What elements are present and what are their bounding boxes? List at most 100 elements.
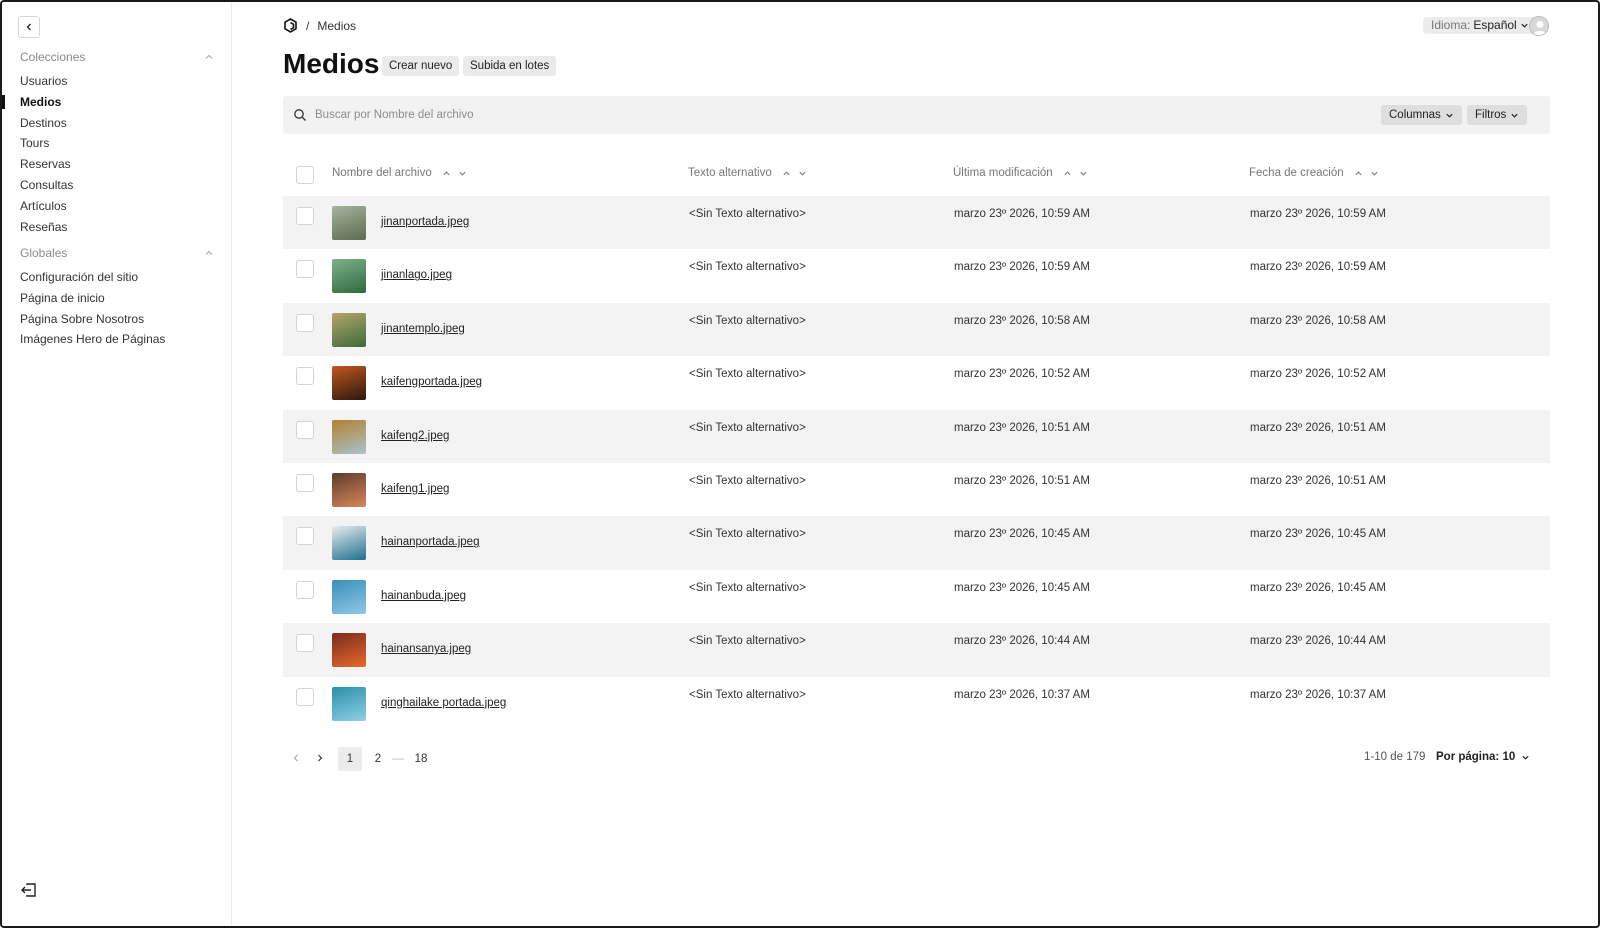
alt-text-cell: <Sin Texto alternativo> bbox=[689, 635, 806, 648]
page-button[interactable]: 2 bbox=[371, 747, 385, 771]
row-checkbox[interactable] bbox=[296, 260, 314, 279]
created-cell: marzo 23º 2026, 10:59 AM bbox=[1250, 261, 1386, 274]
sidebar-item-resenas[interactable]: Reseñas bbox=[20, 217, 73, 238]
sort-desc-icon[interactable] bbox=[1079, 169, 1088, 178]
thumbnail-image bbox=[332, 579, 366, 614]
next-page-icon[interactable] bbox=[315, 753, 325, 763]
globals-list: Configuración del sitio Página de inicio… bbox=[20, 267, 165, 350]
sort-asc-icon[interactable] bbox=[782, 169, 791, 178]
search-input[interactable] bbox=[315, 96, 1365, 134]
column-header-alt: Texto alternativo bbox=[688, 167, 807, 179]
create-new-button[interactable]: Crear nuevo bbox=[382, 56, 460, 76]
page-button[interactable]: 18 bbox=[413, 747, 429, 771]
per-page-selector[interactable]: Por página: 10 bbox=[1436, 751, 1530, 763]
app-logo-icon[interactable] bbox=[283, 18, 298, 33]
sidebar-item-pagina-inicio[interactable]: Página de inicio bbox=[20, 288, 165, 309]
prev-page-icon[interactable] bbox=[291, 753, 301, 763]
filename-link[interactable]: hainanbuda.jpeg bbox=[381, 590, 466, 602]
nav-group-collections[interactable]: Colecciones bbox=[20, 50, 214, 64]
nav-group-title: Colecciones bbox=[20, 50, 86, 64]
sort-desc-icon[interactable] bbox=[1370, 169, 1379, 178]
chevron-left-icon bbox=[26, 23, 31, 31]
filename-link[interactable]: jinantemplo.jpeg bbox=[381, 323, 465, 335]
sort-asc-icon[interactable] bbox=[1354, 169, 1363, 178]
columns-button[interactable]: Columnas bbox=[1381, 105, 1462, 125]
sort-asc-icon[interactable] bbox=[442, 169, 451, 178]
nav-group-globals[interactable]: Globales bbox=[20, 246, 214, 260]
chevron-down-icon bbox=[1521, 23, 1528, 28]
sort-desc-icon[interactable] bbox=[798, 169, 807, 178]
page-title: Medios bbox=[283, 48, 380, 79]
table-row[interactable]: jinanportada.jpeg <Sin Texto alternativo… bbox=[283, 196, 1550, 250]
column-header-created: Fecha de creación bbox=[1249, 167, 1379, 179]
filename-link[interactable]: hainansanya.jpeg bbox=[381, 643, 471, 655]
sidebar-item-medios[interactable]: Medios bbox=[20, 92, 73, 113]
filters-button[interactable]: Filtros bbox=[1467, 105, 1528, 125]
per-page-label: Por página: 10 bbox=[1436, 751, 1516, 763]
sidebar-item-consultas[interactable]: Consultas bbox=[20, 175, 73, 196]
modified-cell: marzo 23º 2026, 10:58 AM bbox=[954, 314, 1090, 327]
filename-link[interactable]: kaifengportada.jpeg bbox=[381, 376, 482, 388]
created-cell: marzo 23º 2026, 10:37 AM bbox=[1250, 688, 1386, 701]
chevron-up-icon bbox=[205, 250, 213, 255]
sidebar-item-tours[interactable]: Tours bbox=[20, 133, 73, 154]
sort-asc-icon[interactable] bbox=[1063, 169, 1072, 178]
select-all-checkbox[interactable] bbox=[296, 166, 314, 184]
alt-text-cell: <Sin Texto alternativo> bbox=[689, 581, 806, 594]
table-row[interactable]: hainanportada.jpeg <Sin Texto alternativ… bbox=[283, 516, 1550, 570]
table-row[interactable]: hainansanya.jpeg <Sin Texto alternativo>… bbox=[283, 623, 1550, 677]
row-checkbox[interactable] bbox=[296, 474, 314, 492]
row-checkbox[interactable] bbox=[296, 367, 314, 386]
chevron-down-icon bbox=[1446, 113, 1453, 118]
filename-link[interactable]: kaifeng2.jpeg bbox=[381, 430, 449, 442]
sort-controls bbox=[1063, 169, 1088, 178]
row-checkbox[interactable] bbox=[296, 687, 314, 706]
table-row[interactable]: hainanbuda.jpeg <Sin Texto alternativo> … bbox=[283, 570, 1550, 623]
row-checkbox[interactable] bbox=[296, 634, 314, 653]
row-checkbox[interactable] bbox=[296, 527, 314, 546]
sidebar-item-usuarios[interactable]: Usuarios bbox=[20, 71, 73, 92]
row-checkbox[interactable] bbox=[296, 420, 314, 439]
sidebar-item-destinos[interactable]: Destinos bbox=[20, 113, 73, 134]
filename-link[interactable]: jinanlago.jpeg bbox=[381, 269, 452, 281]
sort-desc-icon[interactable] bbox=[458, 169, 467, 178]
sidebar-item-sobre-nosotros[interactable]: Página Sobre Nosotros bbox=[20, 309, 165, 330]
table-row[interactable]: jinanlago.jpeg <Sin Texto alternativo> m… bbox=[283, 249, 1550, 302]
sidebar-item-articulos[interactable]: Artículos bbox=[20, 196, 73, 217]
filename-link[interactable]: kaifeng1.jpeg bbox=[381, 483, 449, 495]
sidebar: Colecciones Usuarios Medios Destinos Tou… bbox=[2, 2, 232, 926]
sidebar-item-configuracion[interactable]: Configuración del sitio bbox=[20, 267, 165, 288]
filename-link[interactable]: qinghailake portada.jpeg bbox=[381, 697, 506, 709]
table-row[interactable]: qinghailake portada.jpeg <Sin Texto alte… bbox=[283, 677, 1550, 730]
breadcrumb-current: Medios bbox=[317, 18, 357, 33]
table-row[interactable]: jinantemplo.jpeg <Sin Texto alternativo>… bbox=[283, 302, 1550, 357]
sidebar-item-imagenes-hero[interactable]: Imágenes Hero de Páginas bbox=[20, 329, 165, 350]
modified-cell: marzo 23º 2026, 10:45 AM bbox=[954, 528, 1090, 541]
modified-cell: marzo 23º 2026, 10:52 AM bbox=[954, 368, 1090, 381]
sidebar-item-reservas[interactable]: Reservas bbox=[20, 154, 73, 175]
row-checkbox[interactable] bbox=[296, 313, 314, 332]
page-button-current[interactable]: 1 bbox=[338, 747, 362, 771]
alt-text-cell: <Sin Texto alternativo> bbox=[689, 261, 806, 274]
sort-controls bbox=[782, 169, 807, 178]
avatar[interactable] bbox=[1529, 16, 1549, 36]
chevron-down-icon bbox=[1522, 755, 1529, 760]
pagination: 1 2 — 18 1-10 de 179 Por página: 10 bbox=[283, 747, 1550, 777]
row-checkbox[interactable] bbox=[296, 207, 314, 225]
language-selector[interactable]: Idioma: Español bbox=[1423, 17, 1537, 34]
bulk-upload-button[interactable]: Subida en lotes bbox=[463, 56, 557, 76]
modified-cell: marzo 23º 2026, 10:59 AM bbox=[954, 261, 1090, 274]
row-checkbox[interactable] bbox=[296, 580, 314, 599]
main-content: / Medios Idioma: Español Medios Crear nu… bbox=[233, 2, 1598, 926]
filename-link[interactable]: hainanportada.jpeg bbox=[381, 536, 479, 548]
logout-icon[interactable] bbox=[20, 882, 38, 898]
thumbnail-image bbox=[332, 312, 366, 347]
table-row[interactable]: kaifeng1.jpeg <Sin Texto alternativo> ma… bbox=[283, 463, 1550, 516]
collapse-sidebar-button[interactable] bbox=[18, 16, 40, 38]
created-cell: marzo 23º 2026, 10:58 AM bbox=[1250, 314, 1386, 327]
modified-cell: marzo 23º 2026, 10:51 AM bbox=[954, 475, 1090, 487]
filename-link[interactable]: jinanportada.jpeg bbox=[381, 216, 469, 228]
table-row[interactable]: kaifeng2.jpeg <Sin Texto alternativo> ma… bbox=[283, 409, 1550, 463]
table-row[interactable]: kaifengportada.jpeg <Sin Texto alternati… bbox=[283, 356, 1550, 409]
thumbnail-image bbox=[332, 366, 366, 401]
